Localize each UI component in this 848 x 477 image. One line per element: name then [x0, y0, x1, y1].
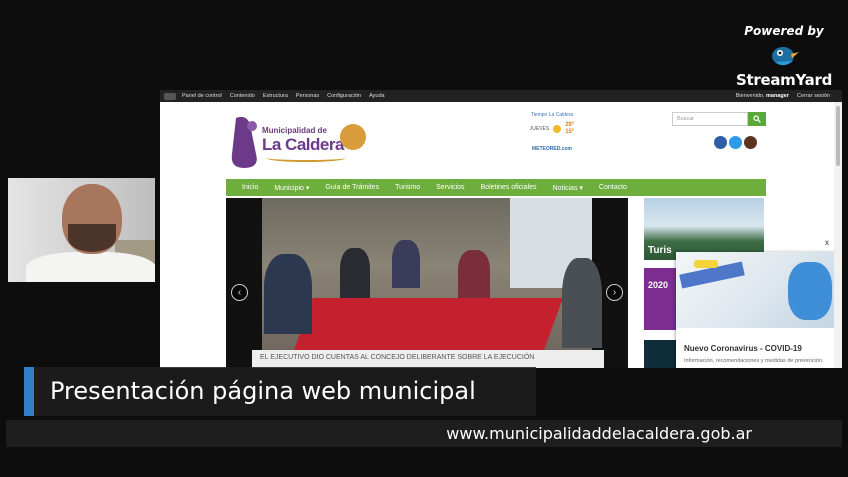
nav-item-municipio[interactable]: Municipio ▾: [266, 184, 317, 192]
weather-provider-name: METEORED: [531, 146, 561, 152]
weather-low: 15°: [565, 129, 575, 135]
carousel-prev-button[interactable]: ‹: [231, 284, 248, 301]
sidebar-2020-banner[interactable]: 2020: [644, 268, 680, 330]
weather-high: 29°: [565, 122, 575, 128]
admin-item-estructura[interactable]: Estructura: [263, 93, 288, 99]
search-icon: [753, 115, 761, 123]
weather-widget[interactable]: Tiempo La Caldera JUEVES 29° 15° METEORE…: [522, 112, 582, 152]
nav-item-servicios[interactable]: Servicios: [428, 184, 472, 191]
nav-item-guia-tramites[interactable]: Guía de Trámites: [317, 184, 387, 191]
nav-item-noticias[interactable]: Noticias ▾: [545, 184, 591, 192]
admin-item-personas[interactable]: Personas: [296, 93, 319, 99]
covid-popup-image: [676, 252, 836, 328]
popup-description: Información, recomendaciones y medidas d…: [684, 358, 824, 364]
weather-day: JUEVES: [529, 126, 550, 132]
site-logo[interactable]: Municipalidad de La Caldera: [226, 112, 376, 172]
welcome-label: Bienvenido,: [735, 93, 765, 99]
streamyard-logo-text: StreamYard: [735, 71, 833, 89]
photo-person: [264, 254, 312, 334]
weather-provider-suffix: .com: [560, 146, 572, 152]
photo-table: [291, 298, 563, 358]
weather-provider[interactable]: METEORED.com: [522, 146, 582, 152]
search-input[interactable]: Buscar: [672, 112, 748, 126]
lower-third-accent: [24, 367, 34, 416]
streamyard-branding: Powered by StreamYard: [734, 24, 834, 89]
sidebar-dark-banner[interactable]: [644, 340, 680, 368]
facebook-icon[interactable]: [714, 136, 727, 149]
logo-sun-icon: [340, 124, 366, 150]
covid-popup[interactable]: x Nuevo Coronavirus - COVID-19 Informaci…: [676, 236, 836, 368]
carousel-caption[interactable]: EL EJECUTIVO DIO CUENTAS AL CONCEJO DELI…: [252, 350, 604, 368]
photo-person: [458, 250, 490, 298]
social-links: [714, 136, 757, 149]
weather-temps: 29° 15°: [565, 122, 574, 136]
instagram-icon[interactable]: [744, 136, 757, 149]
twitter-icon[interactable]: [729, 136, 742, 149]
nav-item-turismo[interactable]: Turismo: [387, 184, 428, 191]
photo-person: [392, 240, 420, 288]
presenter-body: [26, 252, 155, 282]
logo-line1: Municipalidad de: [262, 126, 327, 135]
banner-year: 2020: [648, 280, 669, 290]
url-ticker: www.municipalidaddelacaldera.gob.ar: [6, 420, 842, 447]
logo-emblem-icon: [231, 116, 257, 168]
carousel-next-button[interactable]: ›: [606, 284, 623, 301]
sunny-icon: [553, 125, 562, 133]
website-url: www.municipalidaddelacaldera.gob.ar: [446, 424, 752, 443]
nav-item-inicio[interactable]: Inicio: [234, 184, 266, 191]
admin-item-configuracion[interactable]: Configuración: [327, 93, 361, 99]
presenter-webcam: [8, 178, 155, 282]
admin-welcome: Bienvenido, manager: [736, 93, 789, 99]
municipal-website: Municipalidad de La Caldera Tiempo La Ca…: [160, 102, 836, 368]
streamyard-bird-icon: [772, 47, 799, 66]
admin-toolbar: Panel de control Contenido Estructura Pe…: [160, 90, 842, 102]
presenter-beard: [68, 224, 116, 252]
shared-browser-screen: Panel de control Contenido Estructura Pe…: [160, 90, 842, 368]
tourism-label: Turis: [648, 245, 672, 256]
lab-tube: [694, 260, 718, 268]
site-search: Buscar: [672, 112, 766, 126]
admin-item-ayuda[interactable]: Ayuda: [369, 93, 385, 99]
lower-third-title: Presentación página web municipal: [24, 367, 536, 416]
admin-logout[interactable]: Cerrar sesión: [797, 93, 830, 99]
weather-title: Tiempo La Caldera: [530, 112, 574, 118]
logo-swoosh: [266, 154, 346, 162]
home-icon[interactable]: [164, 92, 176, 100]
admin-item-panel[interactable]: Panel de control: [182, 93, 222, 99]
browser-scrollbar[interactable]: [834, 102, 842, 368]
logo-line2: La Caldera: [262, 135, 344, 154]
popup-close-button[interactable]: x: [820, 236, 834, 250]
welcome-user[interactable]: manager: [766, 93, 789, 99]
search-button[interactable]: [748, 112, 766, 126]
nav-item-boletines[interactable]: Boletines oficiales: [473, 184, 545, 191]
admin-item-contenido[interactable]: Contenido: [230, 93, 255, 99]
popup-title: Nuevo Coronavirus - COVID-19: [684, 344, 802, 353]
lower-third-text: Presentación página web municipal: [50, 377, 476, 405]
main-navigation: Inicio Municipio ▾ Guía de Trámites Turi…: [226, 179, 766, 196]
powered-by-text: Powered by: [744, 24, 824, 38]
photo-person: [562, 258, 602, 348]
sidebar-tourism-banner[interactable]: Turis: [644, 198, 764, 260]
nav-item-contacto[interactable]: Contacto: [591, 184, 635, 191]
lab-glove: [788, 262, 832, 320]
scrollbar-thumb[interactable]: [836, 106, 840, 166]
photo-person: [340, 248, 370, 298]
news-carousel[interactable]: ‹ › EL EJECUTIVO DIO CUENTAS AL CONCEJO …: [226, 198, 628, 368]
carousel-photo: [262, 198, 602, 368]
weather-row: JUEVES 29° 15°: [522, 122, 582, 136]
